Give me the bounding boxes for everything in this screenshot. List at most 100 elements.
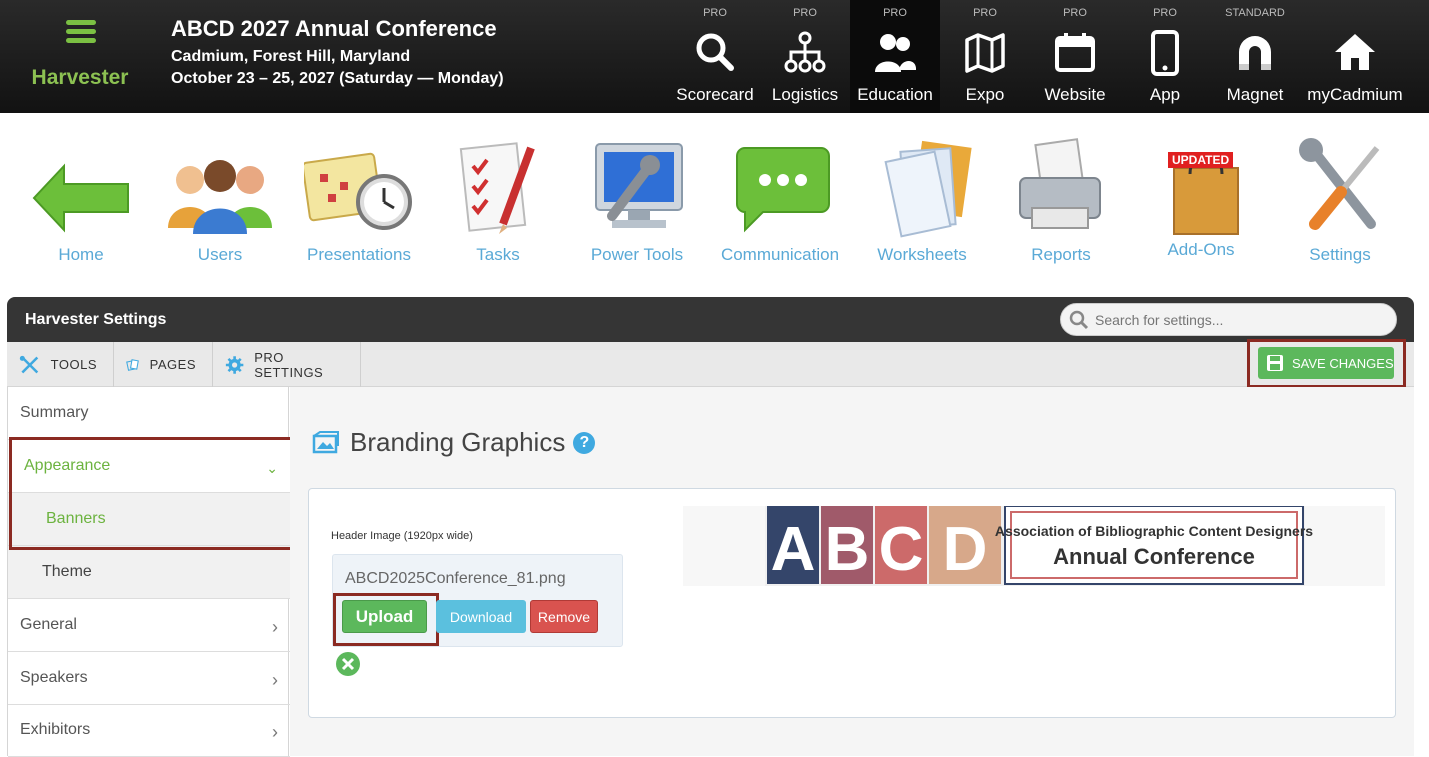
module-label: Power Tools — [590, 245, 684, 264]
calendar-icon — [1055, 33, 1095, 72]
phone-icon — [1151, 30, 1179, 76]
banner-letter-d: D — [943, 515, 988, 584]
module-reports[interactable]: Reports — [991, 130, 1131, 265]
conference-dates: October 23 – 25, 2027 (Saturday — Monday… — [171, 70, 504, 87]
module-label: Tasks — [476, 245, 520, 264]
save-changes-button[interactable]: SAVE CHANGES — [1258, 347, 1394, 379]
sidebar-item-label: General — [20, 616, 77, 633]
nav-scorecard[interactable]: PRO Scorecard — [670, 0, 760, 113]
nav-expo[interactable]: PRO Expo — [940, 0, 1030, 113]
nav-app[interactable]: PRO App — [1120, 0, 1210, 113]
tier-label: PRO — [703, 7, 727, 19]
sidebar-item-label: Banners — [46, 510, 106, 527]
settings-toolbar: TOOLS PAGES PRO SETTINGS SAVE CHANGES — [7, 339, 1414, 388]
tab-label: PAGES — [149, 357, 196, 372]
save-highlight: SAVE CHANGES — [1247, 339, 1406, 388]
nav-mycadmium[interactable]: myCadmium — [1300, 0, 1410, 113]
conference-location: Cadmium, Forest Hill, Maryland — [171, 48, 411, 65]
nav-education[interactable]: PRO Education — [850, 0, 940, 113]
module-label: Worksheets — [877, 245, 967, 264]
sidebar-item-label: Speakers — [20, 669, 88, 686]
shopping-bag-icon: UPDATED — [1146, 138, 1256, 238]
tab-label: TOOLS — [50, 357, 97, 372]
banner-event: Annual Conference — [1053, 544, 1255, 569]
users-icon — [168, 160, 272, 234]
back-arrow-icon — [32, 163, 129, 233]
map-icon — [965, 33, 1005, 73]
tab-tools[interactable]: TOOLS — [7, 342, 114, 387]
sidebar-item-label: Appearance — [24, 457, 111, 474]
sidebar-item-banners[interactable]: Banners — [8, 493, 290, 546]
upload-button[interactable]: Upload — [342, 600, 427, 633]
nav-magnet[interactable]: STANDARD Magnet — [1210, 0, 1300, 113]
module-power-tools[interactable]: Power Tools — [567, 130, 707, 265]
help-icon[interactable]: ? — [573, 431, 596, 454]
tools-icon — [19, 355, 39, 373]
field-label: Header Image (1920px wide) — [331, 530, 473, 542]
nav-label: Scorecard — [676, 85, 754, 104]
top-nav: PRO Scorecard PRO Logistics PRO Educatio… — [670, 0, 1410, 113]
conference-info: ABCD 2027 Annual Conference Cadmium, For… — [171, 16, 504, 92]
banner-letter-c: C — [879, 515, 924, 584]
download-button[interactable]: Download — [436, 600, 526, 633]
module-label: Presentations — [307, 245, 411, 264]
banner-org-name: Association of Bibliographic Content Des… — [995, 523, 1313, 539]
module-users[interactable]: Users — [150, 130, 290, 265]
nav-website[interactable]: PRO Website — [1030, 0, 1120, 113]
module-communication[interactable]: Communication — [710, 130, 850, 265]
calendar-clock-icon — [301, 152, 412, 230]
nav-label: Magnet — [1226, 85, 1284, 104]
chat-bubble-icon — [736, 147, 830, 233]
gear-icon — [225, 355, 244, 374]
module-settings[interactable]: Settings — [1270, 130, 1410, 265]
settings-search[interactable] — [1060, 303, 1397, 336]
brand-name: Harvester — [31, 66, 129, 89]
sidebar-item-appearance[interactable]: Appearance ⌄ — [8, 440, 290, 493]
banner-letter-a: A — [771, 515, 816, 584]
remove-button[interactable]: Remove — [530, 600, 598, 633]
tab-pages[interactable]: PAGES — [114, 342, 213, 387]
file-name: ABCD2025Conference_81.png — [345, 570, 566, 587]
chevron-right-icon: › — [272, 670, 278, 690]
save-label: SAVE CHANGES — [1292, 355, 1394, 371]
hamburger-menu-icon[interactable] — [66, 20, 96, 43]
header-image-preview: A B C D Association of Bibliographic Con… — [683, 505, 1385, 586]
header-image-card: Header Image (1920px wide) ABCD2025Confe… — [308, 488, 1396, 718]
sidebar-item-theme[interactable]: Theme — [8, 546, 290, 599]
pages-icon — [126, 358, 139, 371]
search-input[interactable] — [1095, 311, 1385, 329]
search-icon — [1069, 310, 1089, 330]
tier-label: PRO — [1063, 7, 1087, 19]
module-worksheets[interactable]: Worksheets — [852, 130, 992, 265]
brand[interactable]: Harvester — [0, 0, 160, 113]
sidebar-item-summary[interactable]: Summary — [8, 387, 290, 440]
module-presentations[interactable]: Presentations — [289, 130, 429, 265]
module-label: Home — [58, 245, 104, 264]
module-add-ons[interactable]: UPDATED Add-Ons — [1131, 130, 1271, 260]
tier-label: PRO — [883, 7, 907, 19]
nav-logistics[interactable]: PRO Logistics — [760, 0, 850, 113]
tab-pro-settings[interactable]: PRO SETTINGS — [213, 342, 361, 387]
sidebar-item-label: Exhibitors — [20, 721, 91, 738]
chevron-right-icon: › — [272, 722, 278, 742]
module-home[interactable]: Home — [11, 130, 151, 265]
nav-label: myCadmium — [1307, 85, 1403, 104]
settings-sidebar: Summary Appearance ⌄ Banners Theme Gener… — [7, 387, 290, 757]
tier-label: PRO — [1153, 7, 1177, 19]
module-label: Add-Ons — [1167, 240, 1235, 259]
module-label: Communication — [720, 245, 840, 264]
sidebar-item-speakers[interactable]: Speakers › — [8, 652, 290, 705]
tier-label: PRO — [973, 7, 997, 19]
monitor-wrench-icon — [595, 143, 683, 228]
sidebar-item-general[interactable]: General › — [8, 599, 290, 652]
settings-panel-header: Harvester Settings — [7, 297, 1414, 343]
tier-label: PRO — [793, 7, 817, 19]
tools-icon[interactable] — [336, 652, 360, 676]
tab-label: PRO SETTINGS — [254, 349, 324, 380]
home-icon — [1335, 34, 1375, 70]
sidebar-item-exhibitors[interactable]: Exhibitors › — [8, 704, 290, 757]
module-tasks[interactable]: Tasks — [428, 130, 568, 265]
conference-title: ABCD 2027 Annual Conference — [171, 16, 497, 41]
checklist-icon — [459, 142, 535, 234]
nav-label: Logistics — [771, 85, 839, 104]
